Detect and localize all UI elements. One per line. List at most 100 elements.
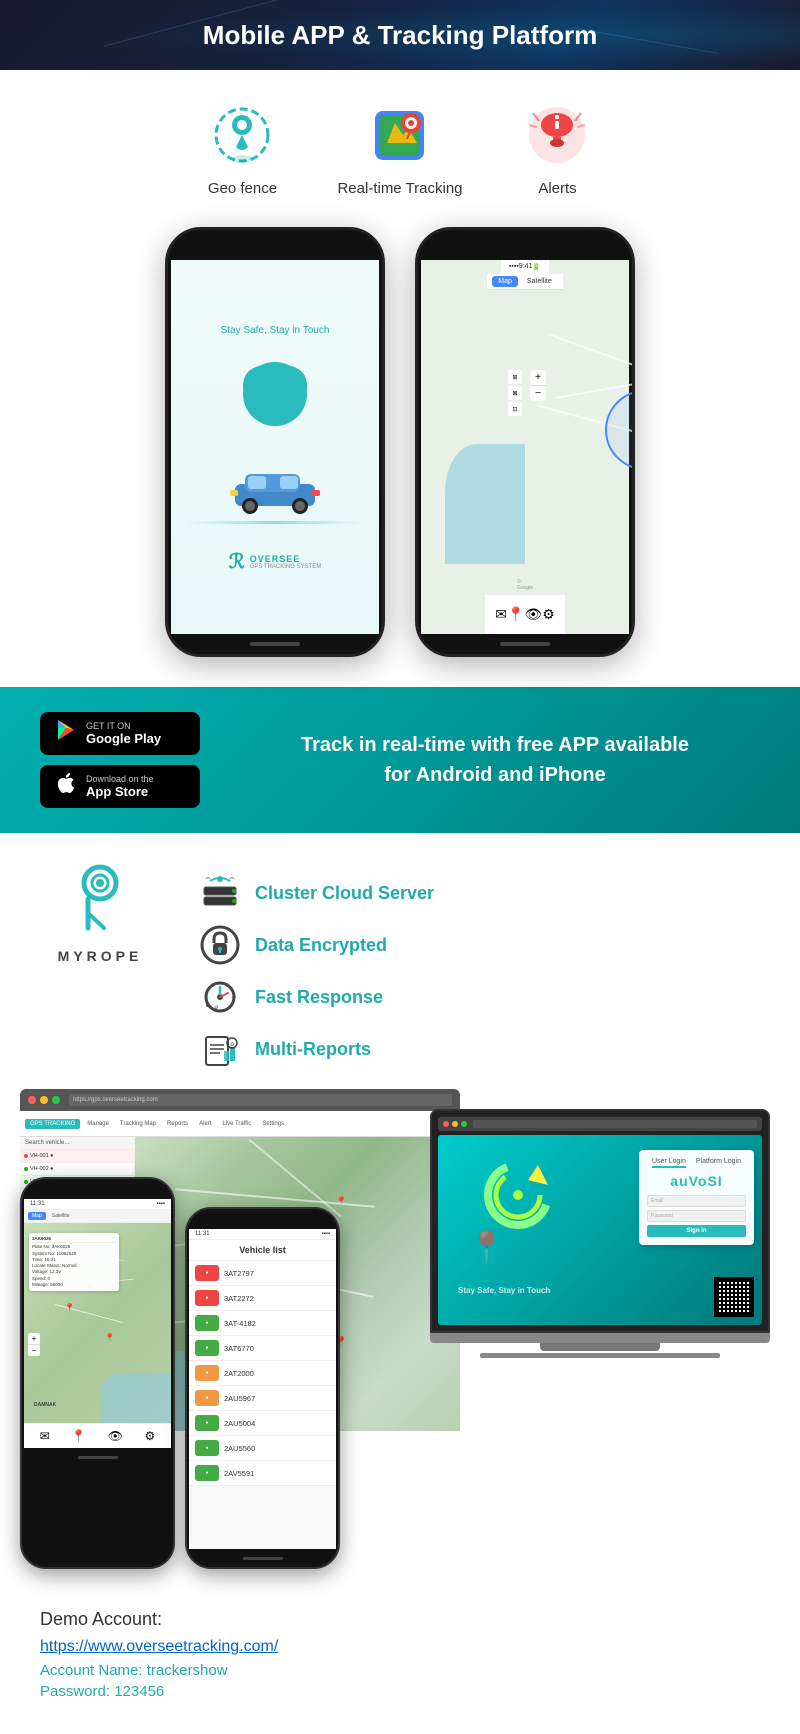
map-label-damnak: DAMNAK <box>34 1402 56 1408</box>
feature-multi-reports: ⚙ Multi-Reports <box>200 1029 760 1069</box>
nav-settings[interactable]: ⚙ <box>542 606 555 623</box>
login-email-field[interactable]: Email <box>647 1195 746 1207</box>
download-description: Track in real-time with free APP availab… <box>230 730 760 790</box>
phone-notch-1 <box>235 242 315 260</box>
toolbar-live[interactable]: Live Traffic <box>218 1119 255 1129</box>
phone-screen-1: Stay Safe, Stay in Touch <box>171 260 379 634</box>
demo-password-value: 123456 <box>114 1683 164 1700</box>
vehicle-list-item[interactable]: ● 2AU5967 <box>189 1386 336 1411</box>
nav-eye[interactable]: 👁 <box>524 606 542 623</box>
svg-text:⚙: ⚙ <box>230 1042 235 1048</box>
phone3-zoom-out[interactable]: − <box>28 1345 40 1356</box>
phone3-time: 11:31 <box>30 1201 45 1207</box>
phone4-signal: ▪▪▪▪ <box>321 1231 330 1237</box>
vehicle-list-item[interactable]: ● 2AT2000 <box>189 1361 336 1386</box>
features-section: Geo fence Real-time Tracking <box>0 70 800 217</box>
battery-status: 🔋 <box>532 263 541 271</box>
phone3-nav-gear[interactable]: ⚙ <box>144 1429 155 1443</box>
phone3-zoom-in[interactable]: + <box>28 1333 40 1345</box>
map-tool-2[interactable]: ⊠ <box>508 386 522 400</box>
demo-account-value: trackershow <box>147 1662 228 1679</box>
phone3-marker-2: 📍 <box>64 1303 75 1314</box>
login-signin-button[interactable]: Sign in <box>647 1225 746 1237</box>
phone-bottom-bar-2: ✉ 📍 👁 ⚙ <box>485 594 565 634</box>
satellite-tab[interactable]: Satellite <box>521 276 558 287</box>
map-tool-3[interactable]: ⊡ <box>508 402 522 416</box>
store-buttons: GET IT ON Google Play Download on the Ap… <box>40 712 200 808</box>
vehicle-list-item[interactable]: ● 3AT2797 <box>189 1261 336 1286</box>
phone3-signal: ▪▪▪▪ <box>156 1201 165 1207</box>
phone-mockup-1: Stay Safe, Stay in Touch <box>165 227 385 657</box>
sidebar-vehicle-2[interactable]: VH-002 ● <box>20 1163 134 1176</box>
app-store-button[interactable]: Download on the App Store <box>40 765 200 808</box>
toolbar-manage[interactable]: Manage <box>83 1119 113 1129</box>
myrope-section: MYROPE Cluster Cloud Server <box>0 833 800 1089</box>
phone3-map-tab[interactable]: Map <box>28 1212 46 1220</box>
nav-location[interactable]: 📍 <box>507 606 524 623</box>
toolbar-tracking[interactable]: GPS TRACKING <box>25 1119 80 1129</box>
qr-code-area <box>714 1277 754 1317</box>
zoom-in[interactable]: + <box>530 370 546 386</box>
phone-map-detail: 11:31 ▪▪▪▪ Map Satellite 📍 📍 📍 <box>20 1177 175 1569</box>
alerts-label: Alerts <box>538 180 576 197</box>
toolbar-reports[interactable]: Reports <box>163 1119 192 1129</box>
platform-section: https://gps.overseetracking.com GPS TRAC… <box>0 1089 800 1589</box>
vehicle-list-item[interactable]: ● 2AU5004 <box>189 1411 336 1436</box>
phone-screen-2: ▪▪▪▪ 9:41 🔋 Map Satellite 📍 <box>421 260 629 634</box>
speed-icon: ⚙ <box>200 977 240 1017</box>
demo-password-field: Password: 123456 <box>40 1683 760 1700</box>
phone-vehicle-list: 11:31 ▪▪▪▪ Vehicle list ● 3AT2797 ● 3AT2… <box>185 1207 340 1569</box>
data-encrypted-label: Data Encrypted <box>255 935 387 956</box>
phone3-nav-pin[interactable]: 📍 <box>71 1429 86 1443</box>
nav-messages[interactable]: ✉ <box>495 606 507 623</box>
demo-section: Demo Account: https://www.overseetrackin… <box>0 1589 800 1734</box>
vehicle-list-item[interactable]: ● 3AT-4182 <box>189 1311 336 1336</box>
multi-reports-label: Multi-Reports <box>255 1039 371 1060</box>
feature-data-encrypted: Data Encrypted <box>200 925 760 965</box>
tracking-label: Real-time Tracking <box>337 180 462 197</box>
sidebar-vehicle-1[interactable]: VH-001 ● <box>20 1150 134 1163</box>
login-password-field[interactable]: Password <box>647 1210 746 1222</box>
demo-link[interactable]: https://www.overseetracking.com/ <box>40 1638 760 1656</box>
phone-tagline: Stay Safe, Stay in Touch <box>221 325 330 336</box>
phone3-nav-msg[interactable]: ✉ <box>40 1429 50 1443</box>
demo-account-field: Account Name: trackershow <box>40 1662 760 1679</box>
login-box: User Login Platform Login auVoSI Email P… <box>639 1150 754 1245</box>
toolbar-settings[interactable]: Settings <box>258 1119 288 1129</box>
map-pin: 📍 <box>633 418 635 435</box>
feature-cluster-cloud: Cluster Cloud Server <box>200 873 760 913</box>
toolbar-alert[interactable]: Alert <box>195 1119 215 1129</box>
toolbar-tracking-map[interactable]: Tracking Map <box>116 1119 160 1129</box>
myrope-logo-area: MYROPE <box>40 863 160 964</box>
app-store-text: Download on the App Store <box>86 774 154 799</box>
oversee-logo: ℛ OVERSEE GPS TRACKING SYSTEM <box>229 549 322 574</box>
alerts-icon <box>523 100 593 170</box>
zoom-out[interactable]: − <box>530 386 546 401</box>
google-play-button[interactable]: GET IT ON Google Play <box>40 712 200 755</box>
feature-tracking: Real-time Tracking <box>337 100 462 197</box>
signal-status: ▪▪▪▪ <box>509 263 519 271</box>
lock-icon <box>200 925 240 965</box>
myrope-logo-icon <box>60 863 140 943</box>
apple-icon <box>54 771 78 802</box>
server-features: Cluster Cloud Server Data Encrypted <box>200 863 760 1069</box>
vehicle-list-item[interactable]: ● 2AV5591 <box>189 1461 336 1486</box>
feature-fast-response: ⚙ Fast Response <box>200 977 760 1017</box>
login-tab[interactable]: User Login <box>652 1158 686 1168</box>
map-tool-1[interactable]: ⊞ <box>508 370 522 384</box>
phone3-nav-eye[interactable]: 👁 <box>108 1429 123 1443</box>
google-play-icon <box>54 718 78 749</box>
phone3-satellite-tab[interactable]: Satellite <box>48 1212 74 1220</box>
demo-title: Demo Account: <box>40 1609 760 1630</box>
phones-overlay: 11:31 ▪▪▪▪ Map Satellite 📍 📍 📍 <box>20 1177 340 1569</box>
map-tab[interactable]: Map <box>492 276 518 287</box>
platform-tab[interactable]: Platform Login <box>696 1158 741 1168</box>
vehicle-list-item[interactable]: ● 2AU5560 <box>189 1436 336 1461</box>
vehicle-list-item[interactable]: ● 3AT2272 <box>189 1286 336 1311</box>
phone-notch-2 <box>485 242 565 260</box>
oversee-text: OVERSEE <box>250 554 322 564</box>
vehicle-list-title: Vehicle list <box>189 1240 336 1261</box>
cloud-server-icon <box>200 873 240 913</box>
vehicle-list-item[interactable]: ● 3AT6770 <box>189 1336 336 1361</box>
fast-response-label: Fast Response <box>255 987 383 1008</box>
